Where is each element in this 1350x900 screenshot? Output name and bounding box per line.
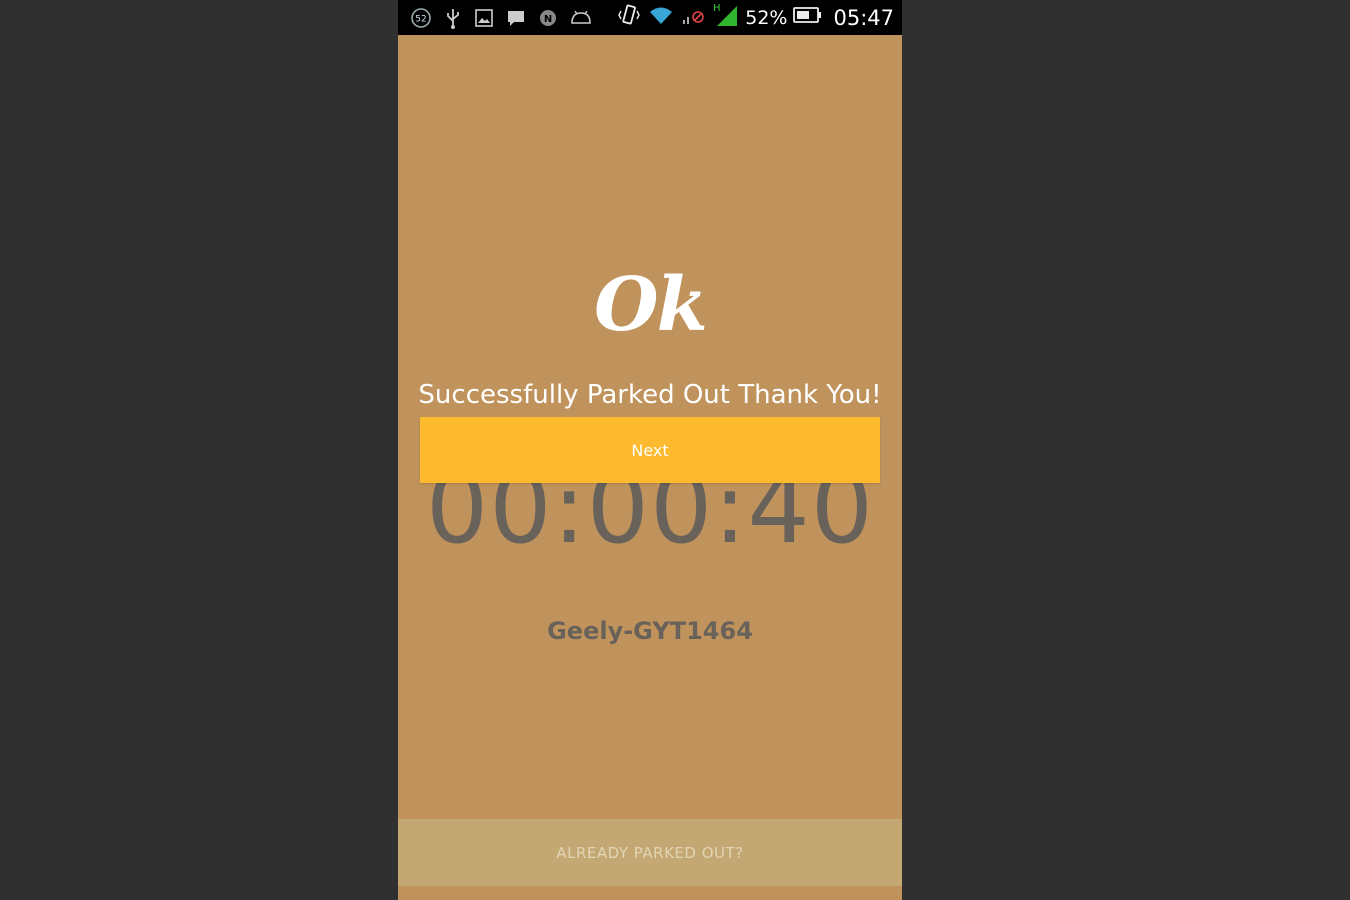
- battery-percent: 52%: [745, 6, 788, 29]
- battery-icon: [793, 5, 823, 30]
- already-parked-out-label: ALREADY PARKED OUT?: [556, 843, 744, 862]
- status-bar: 52 N H 52% 05:47: [398, 0, 902, 35]
- message-icon: [506, 8, 526, 28]
- already-parked-out-button[interactable]: ALREADY PARKED OUT?: [398, 819, 902, 886]
- signal-icon: H: [713, 2, 739, 33]
- success-message: Successfully Parked Out Thank You!: [418, 380, 882, 410]
- vibrate-icon: [617, 4, 641, 31]
- status-icons-left: 52 N: [410, 7, 592, 29]
- status-icons-right: H 52% 05:47: [617, 0, 894, 35]
- next-button[interactable]: Next: [420, 417, 880, 483]
- svg-text:52: 52: [415, 15, 426, 25]
- svg-text:N: N: [544, 14, 552, 25]
- n-app-icon: N: [538, 8, 558, 28]
- android-icon: [570, 9, 592, 27]
- phone-screen: 52 N H 52% 05:47 Ok Successfully Parked …: [398, 0, 902, 900]
- vehicle-plate: Geely-GYT1464: [547, 617, 753, 645]
- bottom-strip: [398, 886, 902, 900]
- no-signal-icon: [681, 4, 707, 31]
- svg-text:H: H: [713, 3, 721, 14]
- ok-title: Ok: [594, 262, 708, 348]
- image-icon: [474, 8, 494, 28]
- wifi-icon: [647, 4, 675, 31]
- notification-count-icon: 52: [410, 7, 432, 29]
- next-button-label: Next: [631, 440, 669, 460]
- clock: 05:47: [833, 5, 894, 30]
- usb-icon: [444, 7, 462, 29]
